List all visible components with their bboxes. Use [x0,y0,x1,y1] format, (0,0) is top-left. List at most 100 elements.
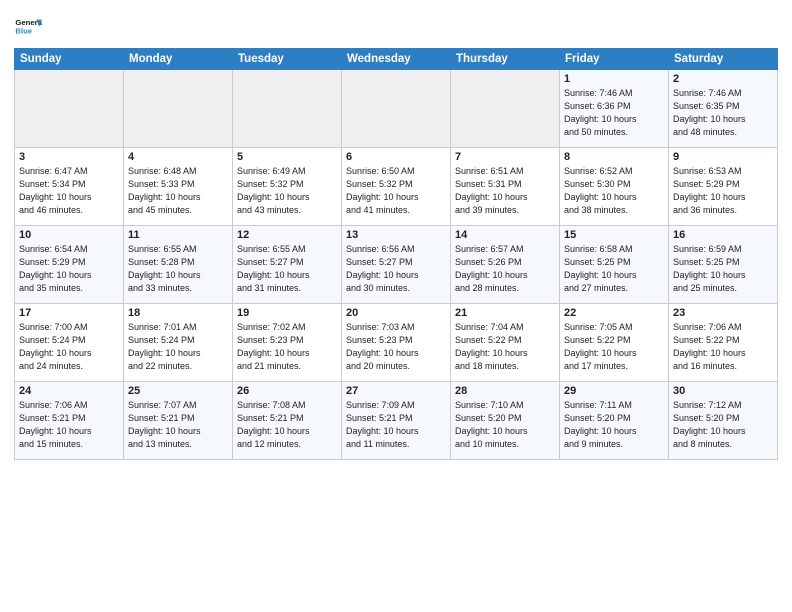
col-wednesday: Wednesday [342,49,451,70]
day-cell: 29 Sunrise: 7:11 AM Sunset: 5:20 PM Dayli… [560,382,669,460]
week-row: 24 Sunrise: 7:06 AM Sunset: 5:21 PM Dayli… [15,382,778,460]
day-info: Sunrise: 7:04 AM Sunset: 5:22 PM Dayligh… [455,321,555,373]
day-info: Sunrise: 7:12 AM Sunset: 5:20 PM Dayligh… [673,399,773,451]
day-number: 8 [564,151,664,163]
day-info: Sunrise: 7:06 AM Sunset: 5:22 PM Dayligh… [673,321,773,373]
day-info: Sunrise: 7:10 AM Sunset: 5:20 PM Dayligh… [455,399,555,451]
day-info: Sunrise: 7:11 AM Sunset: 5:20 PM Dayligh… [564,399,664,451]
calendar-table: Sunday Monday Tuesday Wednesday Thursday… [14,48,778,460]
day-cell: 19Sunrise: 7:02 AM Sunset: 5:23 PM Dayli… [233,304,342,382]
day-number: 5 [237,151,337,163]
day-cell: 28 Sunrise: 7:10 AM Sunset: 5:20 PM Dayli… [451,382,560,460]
day-cell: 20 Sunrise: 7:03 AM Sunset: 5:23 PM Dayli… [342,304,451,382]
day-info: Sunrise: 7:06 AM Sunset: 5:21 PM Dayligh… [19,399,119,451]
day-number: 20 [346,307,446,319]
day-info: Sunrise: 7:00 AM Sunset: 5:24 PM Dayligh… [19,321,119,373]
day-number: 30 [673,385,773,397]
logo: General Blue [14,14,42,42]
day-cell: 23Sunrise: 7:06 AM Sunset: 5:22 PM Dayli… [669,304,778,382]
day-number: 1 [564,73,664,85]
day-number: 4 [128,151,228,163]
header-row: Sunday Monday Tuesday Wednesday Thursday… [15,49,778,70]
day-number: 17 [19,307,119,319]
day-info: Sunrise: 6:58 AM Sunset: 5:25 PM Dayligh… [564,243,664,295]
calendar-body: 1 Sunrise: 7:46 AM Sunset: 6:36 PM Daylig… [15,70,778,460]
day-info: Sunrise: 6:57 AM Sunset: 5:26 PM Dayligh… [455,243,555,295]
day-cell: 27 Sunrise: 7:09 AM Sunset: 5:21 PM Dayli… [342,382,451,460]
day-cell: 21 Sunrise: 7:04 AM Sunset: 5:22 PM Dayli… [451,304,560,382]
day-number: 11 [128,229,228,241]
day-number: 7 [455,151,555,163]
day-cell: 10 Sunrise: 6:54 AM Sunset: 5:29 PM Dayli… [15,226,124,304]
calendar-header: Sunday Monday Tuesday Wednesday Thursday… [15,49,778,70]
day-cell: 5 Sunrise: 6:49 AM Sunset: 5:32 PM Daylig… [233,148,342,226]
day-cell: 8 Sunrise: 6:52 AM Sunset: 5:30 PM Daylig… [560,148,669,226]
day-number: 27 [346,385,446,397]
day-info: Sunrise: 7:46 AM Sunset: 6:35 PM Dayligh… [673,87,773,139]
col-tuesday: Tuesday [233,49,342,70]
day-cell [342,70,451,148]
day-info: Sunrise: 7:02 AM Sunset: 5:23 PM Dayligh… [237,321,337,373]
day-info: Sunrise: 6:49 AM Sunset: 5:32 PM Dayligh… [237,165,337,217]
day-number: 28 [455,385,555,397]
day-number: 2 [673,73,773,85]
day-info: Sunrise: 6:59 AM Sunset: 5:25 PM Dayligh… [673,243,773,295]
day-cell [451,70,560,148]
day-number: 25 [128,385,228,397]
day-info: Sunrise: 6:54 AM Sunset: 5:29 PM Dayligh… [19,243,119,295]
day-cell: 3Sunrise: 6:47 AM Sunset: 5:34 PM Daylig… [15,148,124,226]
day-cell: 11 Sunrise: 6:55 AM Sunset: 5:28 PM Dayli… [124,226,233,304]
day-info: Sunrise: 6:55 AM Sunset: 5:28 PM Dayligh… [128,243,228,295]
day-cell: 9 Sunrise: 6:53 AM Sunset: 5:29 PM Daylig… [669,148,778,226]
day-info: Sunrise: 7:01 AM Sunset: 5:24 PM Dayligh… [128,321,228,373]
day-cell: 13 Sunrise: 6:56 AM Sunset: 5:27 PM Dayli… [342,226,451,304]
day-cell: 18 Sunrise: 7:01 AM Sunset: 5:24 PM Dayli… [124,304,233,382]
day-cell [233,70,342,148]
day-cell: 24 Sunrise: 7:06 AM Sunset: 5:21 PM Dayli… [15,382,124,460]
day-info: Sunrise: 7:09 AM Sunset: 5:21 PM Dayligh… [346,399,446,451]
day-number: 16 [673,229,773,241]
day-number: 22 [564,307,664,319]
day-number: 29 [564,385,664,397]
day-number: 13 [346,229,446,241]
day-number: 14 [455,229,555,241]
week-row: 17 Sunrise: 7:00 AM Sunset: 5:24 PM Dayli… [15,304,778,382]
day-number: 21 [455,307,555,319]
day-info: Sunrise: 6:53 AM Sunset: 5:29 PM Dayligh… [673,165,773,217]
day-cell: 16 Sunrise: 6:59 AM Sunset: 5:25 PM Dayli… [669,226,778,304]
day-cell: 1 Sunrise: 7:46 AM Sunset: 6:36 PM Daylig… [560,70,669,148]
day-number: 26 [237,385,337,397]
day-cell: 22Sunrise: 7:05 AM Sunset: 5:22 PM Dayli… [560,304,669,382]
day-cell: 2 Sunrise: 7:46 AM Sunset: 6:35 PM Daylig… [669,70,778,148]
day-number: 9 [673,151,773,163]
day-info: Sunrise: 7:08 AM Sunset: 5:21 PM Dayligh… [237,399,337,451]
day-number: 15 [564,229,664,241]
day-number: 6 [346,151,446,163]
week-row: 10 Sunrise: 6:54 AM Sunset: 5:29 PM Dayli… [15,226,778,304]
day-cell [15,70,124,148]
day-info: Sunrise: 7:46 AM Sunset: 6:36 PM Dayligh… [564,87,664,139]
day-info: Sunrise: 6:56 AM Sunset: 5:27 PM Dayligh… [346,243,446,295]
day-info: Sunrise: 7:03 AM Sunset: 5:23 PM Dayligh… [346,321,446,373]
day-number: 18 [128,307,228,319]
day-info: Sunrise: 7:07 AM Sunset: 5:21 PM Dayligh… [128,399,228,451]
day-info: Sunrise: 6:50 AM Sunset: 5:32 PM Dayligh… [346,165,446,217]
day-number: 12 [237,229,337,241]
day-number: 24 [19,385,119,397]
day-cell: 30 Sunrise: 7:12 AM Sunset: 5:20 PM Dayli… [669,382,778,460]
week-row: 3Sunrise: 6:47 AM Sunset: 5:34 PM Daylig… [15,148,778,226]
day-cell [124,70,233,148]
day-cell: 25 Sunrise: 7:07 AM Sunset: 5:21 PM Dayli… [124,382,233,460]
svg-text:Blue: Blue [15,27,32,36]
day-info: Sunrise: 6:52 AM Sunset: 5:30 PM Dayligh… [564,165,664,217]
col-thursday: Thursday [451,49,560,70]
day-cell: 7 Sunrise: 6:51 AM Sunset: 5:31 PM Daylig… [451,148,560,226]
day-info: Sunrise: 6:51 AM Sunset: 5:31 PM Dayligh… [455,165,555,217]
day-number: 10 [19,229,119,241]
col-friday: Friday [560,49,669,70]
day-cell: 26 Sunrise: 7:08 AM Sunset: 5:21 PM Dayli… [233,382,342,460]
day-cell: 4Sunrise: 6:48 AM Sunset: 5:33 PM Daylig… [124,148,233,226]
day-cell: 14 Sunrise: 6:57 AM Sunset: 5:26 PM Dayli… [451,226,560,304]
calendar-container: General Blue Sunday Monday Tuesday Wedne… [0,0,792,466]
week-row: 1 Sunrise: 7:46 AM Sunset: 6:36 PM Daylig… [15,70,778,148]
